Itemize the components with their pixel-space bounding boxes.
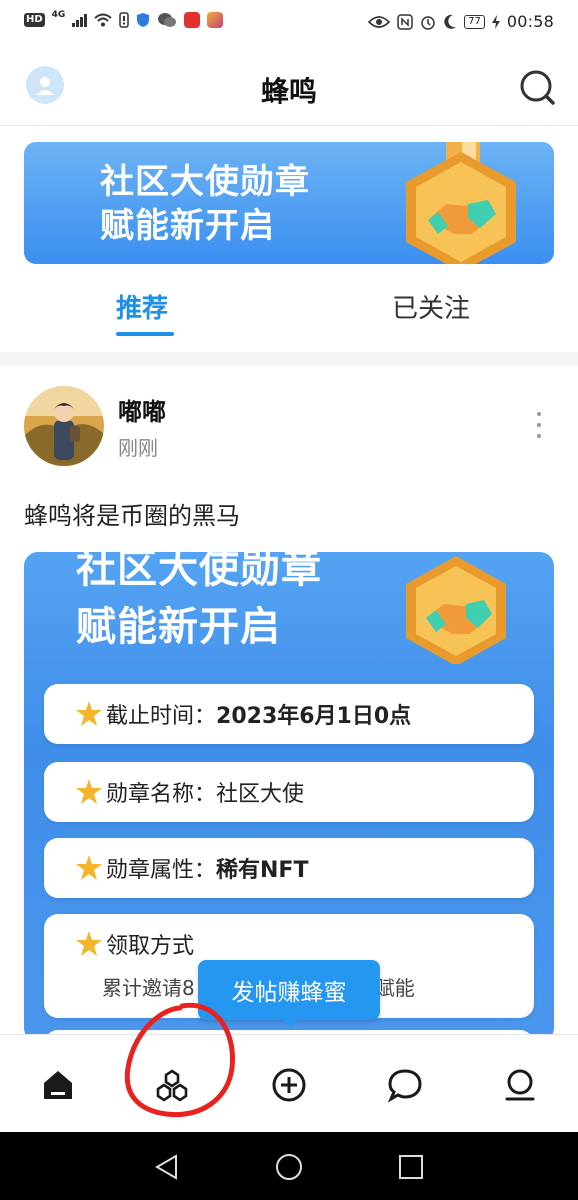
recents-icon[interactable] [396,1152,426,1182]
info-value: 社区大使 [216,782,305,807]
info-card-badge-name: 勋章名称： 社区大使 [44,762,534,822]
info-label: 领取方式 [106,934,195,959]
battery-level: 77 [464,14,485,29]
home-circle-icon[interactable] [274,1152,304,1182]
info-label: 截止时间： [106,704,217,729]
nfc-icon [397,13,413,30]
tooltip-arrow [282,1018,300,1028]
clock: 00:58 [506,12,554,31]
info-label: 勋章名称： [106,782,217,807]
network-type: 4G [51,10,66,20]
info-label: 勋章属性： [106,858,217,883]
post-time: 刚刚 [118,436,158,460]
tab-recommend[interactable]: 推荐 [116,288,168,325]
alarm-icon [421,15,435,30]
app-notification-icon-2 [207,12,224,28]
wechat-icon [158,13,177,27]
status-bar: HD 4G 77 00:58 [0,0,578,46]
shield-icon [137,13,150,27]
community-icon[interactable] [152,1065,192,1105]
app-notification-icon [184,12,201,28]
banner-headline: 社区大使勋章 赋能新开启 [100,160,310,248]
post-author-name[interactable]: 嘟嘟 [118,392,166,427]
star-icon [76,931,102,956]
claim-method-detail-left: 累计邀请8 [102,976,195,1000]
charging-icon [491,14,500,29]
post-tooltip[interactable]: 发帖赚蜂蜜 [198,960,380,1020]
back-icon[interactable] [152,1152,182,1182]
handshake-medal-icon [406,142,516,264]
active-tab-indicator [116,332,174,336]
bottom-nav [0,1034,578,1132]
info-value: 稀有NFT [216,858,309,883]
add-post-icon[interactable] [269,1065,309,1105]
star-icon [76,855,102,880]
eye-icon [368,15,391,28]
post-image-title-line-2: 赋能新开启 [76,604,281,650]
system-nav-bar [0,1132,578,1200]
post-text: 蜂鸣将是币圈的黑马 [24,502,240,530]
banner-line-2: 赋能新开启 [100,206,275,246]
app-header: 蜂鸣 [0,46,578,126]
banner-line-1: 社区大使勋章 [100,162,310,202]
alert-icon [119,12,130,28]
post-image-title: 社区大使勋章 赋能新开启 [76,552,322,656]
star-icon [76,779,102,804]
wifi-icon [94,13,112,27]
post-author-avatar[interactable] [24,386,104,466]
post-image-title-line-1: 社区大使勋章 [76,552,322,592]
signal-icon [72,13,88,27]
profile-icon[interactable] [500,1065,540,1105]
hd-badge: HD [24,13,45,27]
feed-tabs: 推荐 已关注 [0,272,578,344]
more-options-icon[interactable] [532,412,546,438]
page-title: 蜂鸣 [260,75,317,108]
star-icon [76,701,102,726]
search-icon[interactable] [518,68,558,108]
info-card-badge-attr: 勋章属性： 稀有NFT [44,838,534,898]
info-value: 2023年6月1日0点 [216,704,412,729]
promo-banner[interactable]: 社区大使勋章 赋能新开启 [24,142,554,264]
handshake-medal-icon [406,556,506,664]
section-divider [0,352,578,366]
tab-following[interactable]: 已关注 [392,288,470,325]
home-icon[interactable] [38,1065,78,1105]
messages-icon[interactable] [385,1065,425,1105]
moon-icon [444,14,457,29]
info-card-deadline: 截止时间： 2023年6月1日0点 [44,684,534,744]
